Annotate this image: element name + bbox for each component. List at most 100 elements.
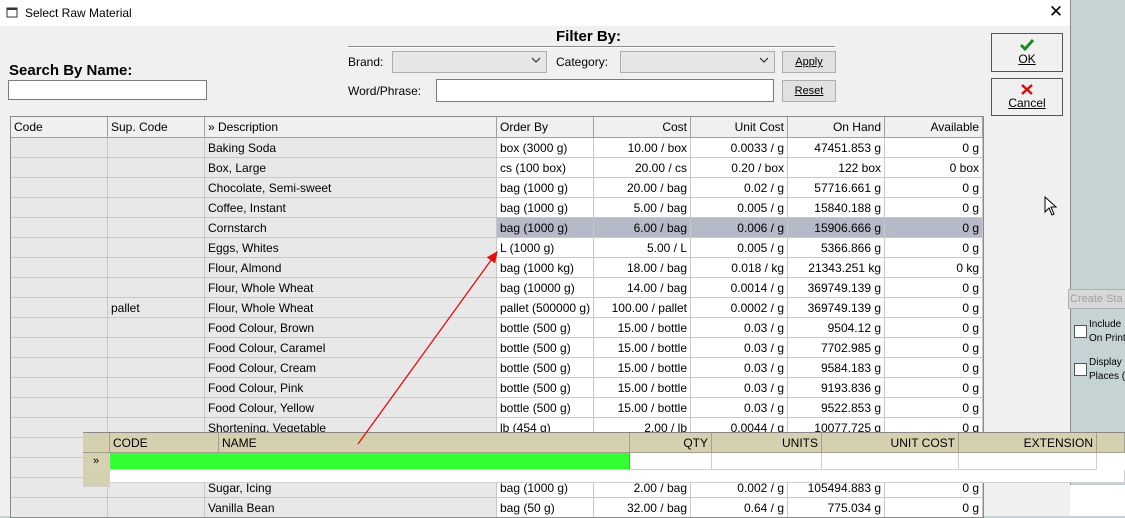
ingredient-column-header[interactable]: CODE [110,433,219,453]
table-cell: 5366.866 g [788,238,885,258]
category-select[interactable] [620,51,775,73]
reset-button[interactable]: Reset [782,80,836,102]
table-cell [11,178,108,198]
table-cell: 0.0014 / g [691,278,788,298]
background-grid [1070,485,1125,516]
search-input[interactable] [8,80,207,100]
table-cell [108,378,205,398]
table-cell: 775.034 g [788,498,885,517]
column-header[interactable]: » Description [205,117,497,138]
table-cell: bag (1000 g) [497,178,594,198]
table-cell [108,258,205,278]
table-cell [11,498,108,517]
table-cell [11,338,108,358]
table-cell: 0 g [885,298,983,318]
window-title: Select Raw Material [25,6,132,20]
window-icon [6,7,18,18]
table-cell: 0 box [885,158,983,178]
brand-label: Brand: [348,55,384,69]
table-cell: 10.00 / box [594,138,691,158]
column-header[interactable]: On Hand [788,117,885,138]
word-phrase-input[interactable] [436,79,774,102]
table-cell [108,138,205,158]
apply-button[interactable]: Apply [782,51,836,73]
table-cell: 0 g [885,318,983,338]
include-on-print-checkbox[interactable] [1074,325,1087,338]
table-cell: Baking Soda [205,138,497,158]
column-header[interactable]: Sup. Code [108,117,205,138]
column-header[interactable]: Available [885,117,983,138]
table-cell: Cornstarch [205,218,497,238]
mouse-cursor-icon [1044,196,1058,216]
ingredient-column-header[interactable] [1097,433,1125,453]
qty-cell[interactable] [630,453,712,470]
table-cell: 15.00 / bottle [594,358,691,378]
table-cell: bottle (500 g) [497,398,594,418]
table-cell: 15.00 / bottle [594,318,691,338]
brand-select[interactable] [392,51,547,73]
empty-entry-row[interactable] [110,470,1125,483]
ingredient-column-header[interactable]: NAME [219,433,630,453]
table-cell: 15906.666 g [788,218,885,238]
column-header[interactable]: Code [11,117,108,138]
column-header[interactable]: Unit Cost [691,117,788,138]
table-cell: 32.00 / bag [594,498,691,517]
table-cell: bag (1000 g) [497,198,594,218]
table-cell: Coffee, Instant [205,198,497,218]
column-header[interactable]: Order By [497,117,594,138]
table-cell: 0.006 / g [691,218,788,238]
table-cell: 15840.188 g [788,198,885,218]
display-places-checkbox[interactable] [1074,363,1087,376]
table-cell: Flour, Almond [205,258,497,278]
ingredient-column-header[interactable]: EXTENSION [959,433,1097,453]
table-cell: 0.03 / g [691,358,788,378]
table-cell: 0.20 / box [691,158,788,178]
ingredient-column-header[interactable]: QTY [630,433,712,453]
table-cell: 0.64 / g [691,498,788,517]
table-cell: 0 g [885,358,983,378]
table-cell: 0.02 / g [691,178,788,198]
table-cell: 122 box [788,158,885,178]
units-cell[interactable] [712,453,822,470]
table-cell: Vanilla Bean [205,498,497,517]
table-cell: Chocolate, Semi-sweet [205,178,497,198]
unit-cost-cell[interactable] [822,453,959,470]
column-header[interactable]: Cost [594,117,691,138]
table-cell: 0 g [885,138,983,158]
table-cell: 0 g [885,398,983,418]
filter-divider [348,46,835,48]
chevron-down-icon [760,57,768,63]
selected-entry-row[interactable] [110,453,630,470]
table-cell [108,398,205,418]
table-cell: 20.00 / bag [594,178,691,198]
table-cell: L (1000 g) [497,238,594,258]
table-cell: 0 g [885,338,983,358]
close-button[interactable]: ✕ [1046,2,1066,22]
on-print-label: On Print [1089,333,1125,344]
table-cell: box (3000 g) [497,138,594,158]
ingredient-grid-corner [83,433,110,453]
table-cell: 5.00 / bag [594,198,691,218]
table-cell: 369749.139 g [788,298,885,318]
table-cell [108,278,205,298]
table-cell [11,358,108,378]
create-standard-button[interactable]: Create Sta [1068,289,1125,309]
table-cell [108,178,205,198]
category-label: Category: [556,55,609,69]
table-cell: 6.00 / bag [594,218,691,238]
ingredient-column-header[interactable]: UNIT COST [822,433,959,453]
table-cell: 7702.985 g [788,338,885,358]
table-cell: 5.00 / L [594,238,691,258]
ingredient-entry-grid: CODE NAME QTY UNITS UNIT COST EXTENSION » [83,432,1125,487]
table-cell: 0.0002 / g [691,298,788,318]
table-cell [11,158,108,178]
extension-cell[interactable] [959,453,1097,470]
table-cell: pallet (500000 g) [497,298,594,318]
cancel-button[interactable]: Cancel [991,78,1063,116]
red-x-icon [1021,84,1033,95]
ingredient-column-header[interactable]: UNITS [712,433,822,453]
table-cell: 0.03 / g [691,318,788,338]
table-cell: 9522.853 g [788,398,885,418]
table-cell: 0.03 / g [691,398,788,418]
ok-button[interactable]: OK [991,33,1063,72]
